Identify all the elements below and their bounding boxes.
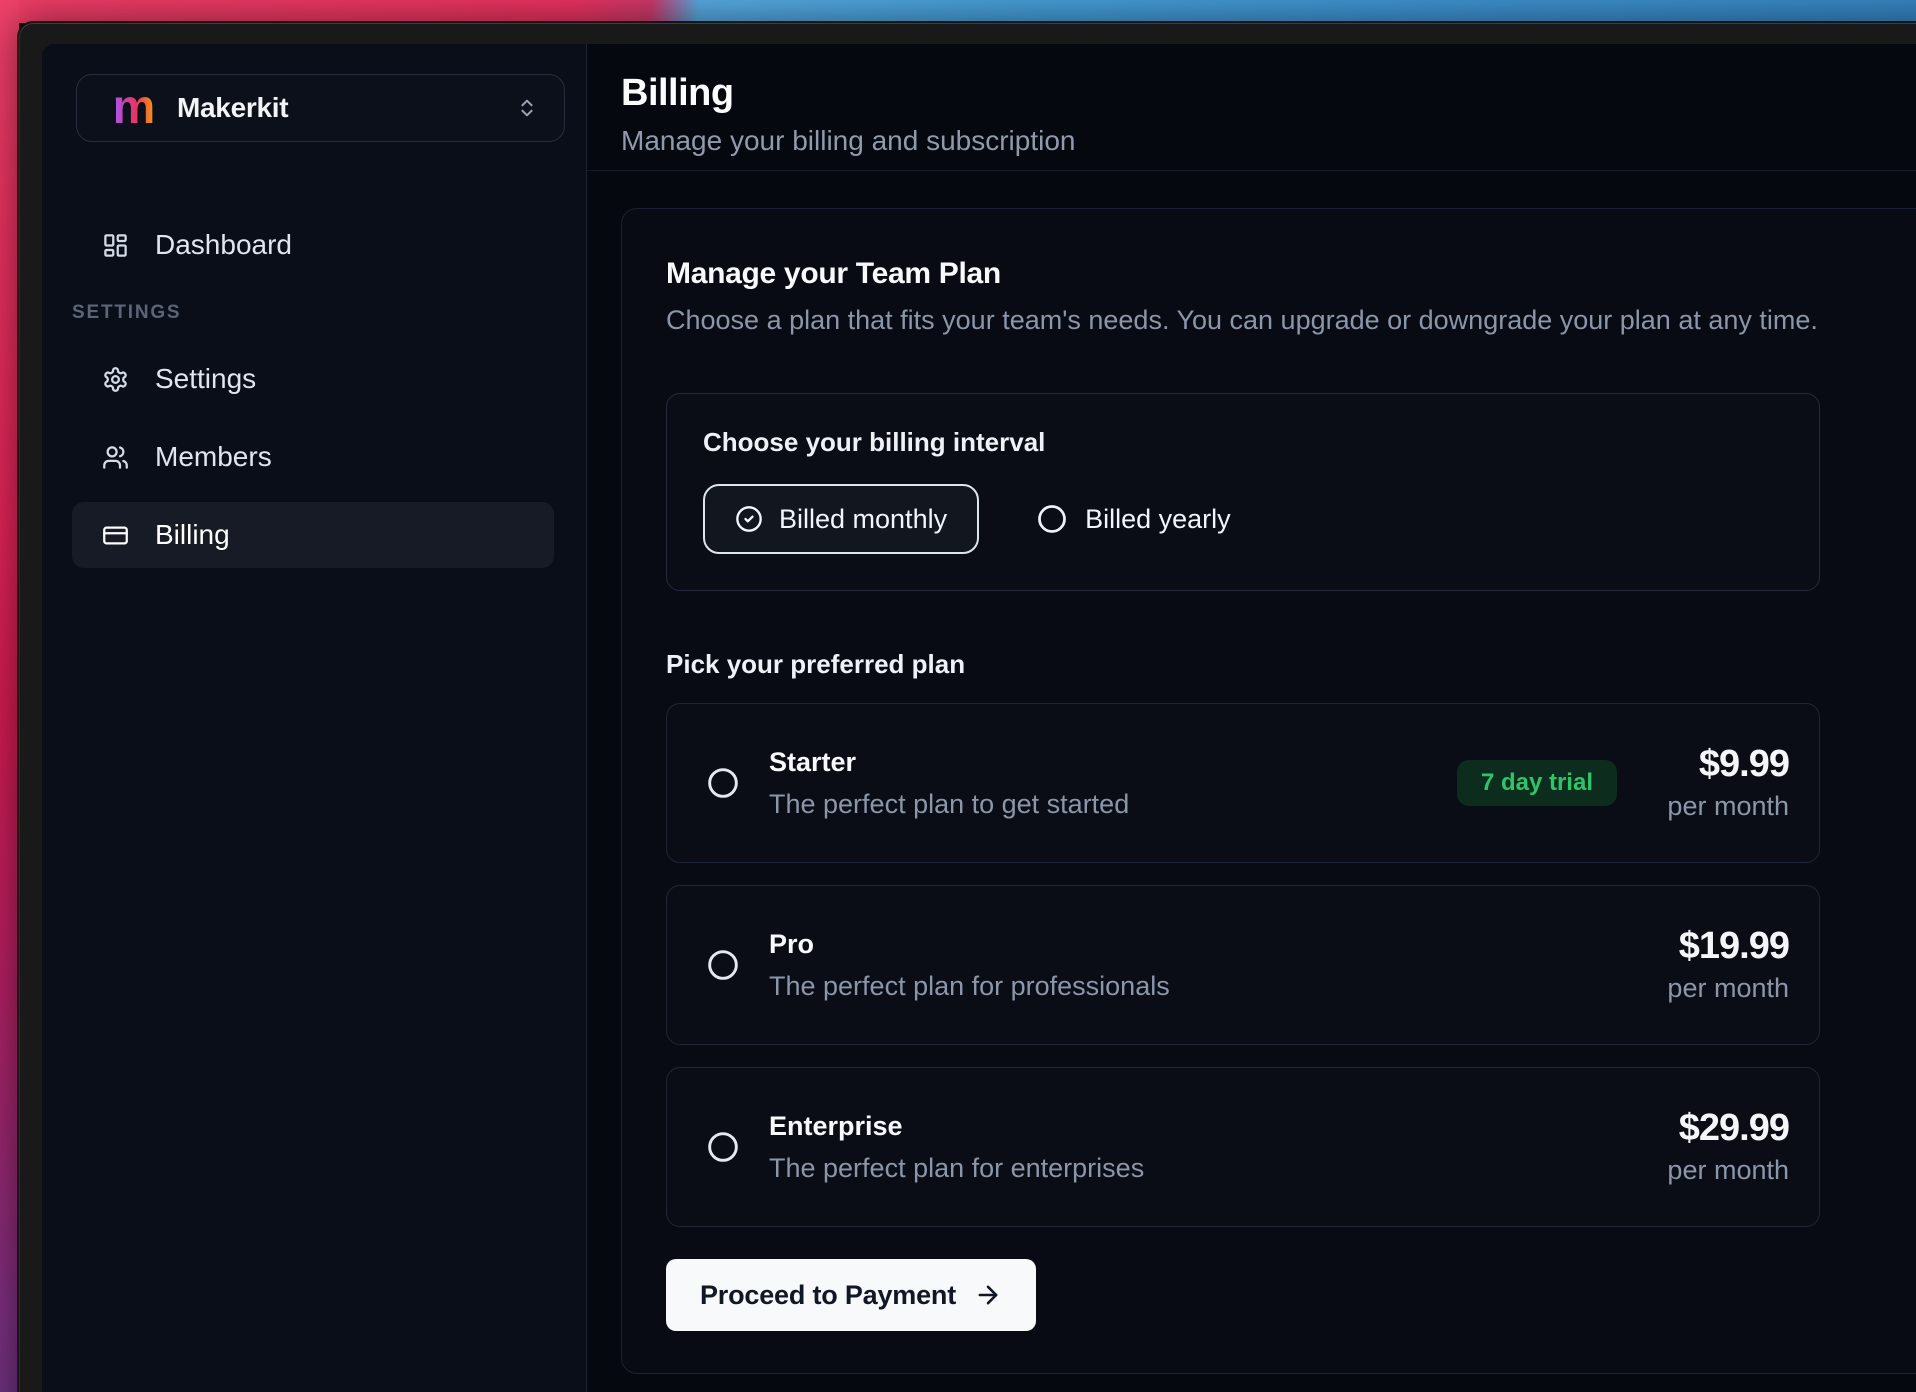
plan-row-enterprise[interactable]: Enterprise The perfect plan for enterpri… xyxy=(666,1067,1820,1227)
plan-name: Enterprise xyxy=(769,1110,1144,1142)
app-window: m Makerkit Dashboard SETTINGS xyxy=(17,21,1916,1392)
sidebar-item-members[interactable]: Members xyxy=(72,424,554,490)
radio-circle-icon[interactable] xyxy=(707,949,739,981)
app-surface: m Makerkit Dashboard SETTINGS xyxy=(42,44,1916,1392)
plan-period: per month xyxy=(1667,972,1789,1004)
sidebar-item-settings[interactable]: Settings xyxy=(72,346,554,412)
card-title: Manage your Team Plan xyxy=(666,257,1916,291)
plan-price: $29.99 xyxy=(1679,1108,1789,1148)
plan-description: The perfect plan to get started xyxy=(769,787,1129,821)
sidebar: m Makerkit Dashboard SETTINGS xyxy=(42,44,587,1392)
plan-price: $19.99 xyxy=(1679,926,1789,966)
sidebar-nav: Dashboard SETTINGS Settings Members xyxy=(72,212,554,568)
trial-badge: 7 day trial xyxy=(1457,760,1617,806)
radio-circle-icon[interactable] xyxy=(707,767,739,799)
circle-check-icon xyxy=(735,505,763,533)
workspace-selector[interactable]: m Makerkit xyxy=(76,74,565,142)
billed-monthly-option[interactable]: Billed monthly xyxy=(703,484,979,554)
gear-icon xyxy=(102,366,129,393)
plan-info: Starter The perfect plan to get started xyxy=(769,746,1129,821)
team-plan-card: Manage your Team Plan Choose a plan that… xyxy=(621,208,1916,1374)
desktop-wallpaper-top xyxy=(0,0,1916,23)
plan-description: The perfect plan for enterprises xyxy=(769,1151,1144,1185)
billed-monthly-label: Billed monthly xyxy=(779,504,947,535)
main-content: Billing Manage your billing and subscrip… xyxy=(587,44,1916,1392)
arrow-right-icon xyxy=(974,1281,1002,1309)
plan-description: The perfect plan for professionals xyxy=(769,969,1170,1003)
card-subtitle: Choose a plan that fits your team's need… xyxy=(666,303,1916,337)
plan-row-pro[interactable]: Pro The perfect plan for professionals $… xyxy=(666,885,1820,1045)
radio-circle-icon xyxy=(1037,504,1067,534)
screen: m Makerkit Dashboard SETTINGS xyxy=(0,0,1916,1392)
plan-period: per month xyxy=(1667,1154,1789,1186)
sidebar-section-settings: SETTINGS xyxy=(72,278,554,346)
chevrons-up-down-icon xyxy=(516,97,538,119)
page-subtitle: Manage your billing and subscription xyxy=(621,125,1916,157)
makerkit-logo-icon: m xyxy=(115,89,153,127)
dashboard-icon xyxy=(102,232,129,259)
radio-circle-icon[interactable] xyxy=(707,1131,739,1163)
sidebar-item-label: Members xyxy=(155,441,272,473)
plan-period: per month xyxy=(1667,790,1789,822)
plan-pricing: $19.99 per month xyxy=(1659,926,1789,1004)
plans-label: Pick your preferred plan xyxy=(666,647,1916,681)
plan-row-starter[interactable]: Starter The perfect plan to get started … xyxy=(666,703,1820,863)
plan-info: Enterprise The perfect plan for enterpri… xyxy=(769,1110,1144,1185)
plan-pricing: $9.99 per month xyxy=(1659,744,1789,822)
sidebar-item-label: Settings xyxy=(155,363,256,395)
page-title: Billing xyxy=(621,71,1916,115)
sidebar-item-label: Dashboard xyxy=(155,229,292,261)
billed-yearly-option[interactable]: Billed yearly xyxy=(1037,504,1231,535)
sidebar-item-label: Billing xyxy=(155,519,230,551)
billing-interval-label: Choose your billing interval xyxy=(703,426,1783,458)
proceed-button-label: Proceed to Payment xyxy=(700,1280,956,1311)
sidebar-item-dashboard[interactable]: Dashboard xyxy=(72,212,554,278)
plan-name: Pro xyxy=(769,928,1170,960)
plan-pricing: $29.99 per month xyxy=(1659,1108,1789,1186)
plan-name: Starter xyxy=(769,746,1129,778)
proceed-to-payment-button[interactable]: Proceed to Payment xyxy=(666,1259,1036,1331)
credit-card-icon xyxy=(102,522,129,549)
users-icon xyxy=(102,444,129,471)
sidebar-item-billing[interactable]: Billing xyxy=(72,502,554,568)
workspace-name: Makerkit xyxy=(177,92,288,124)
billed-yearly-label: Billed yearly xyxy=(1085,504,1231,535)
page-header: Billing Manage your billing and subscrip… xyxy=(587,44,1916,171)
plan-info: Pro The perfect plan for professionals xyxy=(769,928,1170,1003)
billing-interval-group: Choose your billing interval Billed mont… xyxy=(666,393,1820,591)
plan-price: $9.99 xyxy=(1699,744,1789,784)
billing-interval-options: Billed monthly Billed yearly xyxy=(703,484,1783,554)
